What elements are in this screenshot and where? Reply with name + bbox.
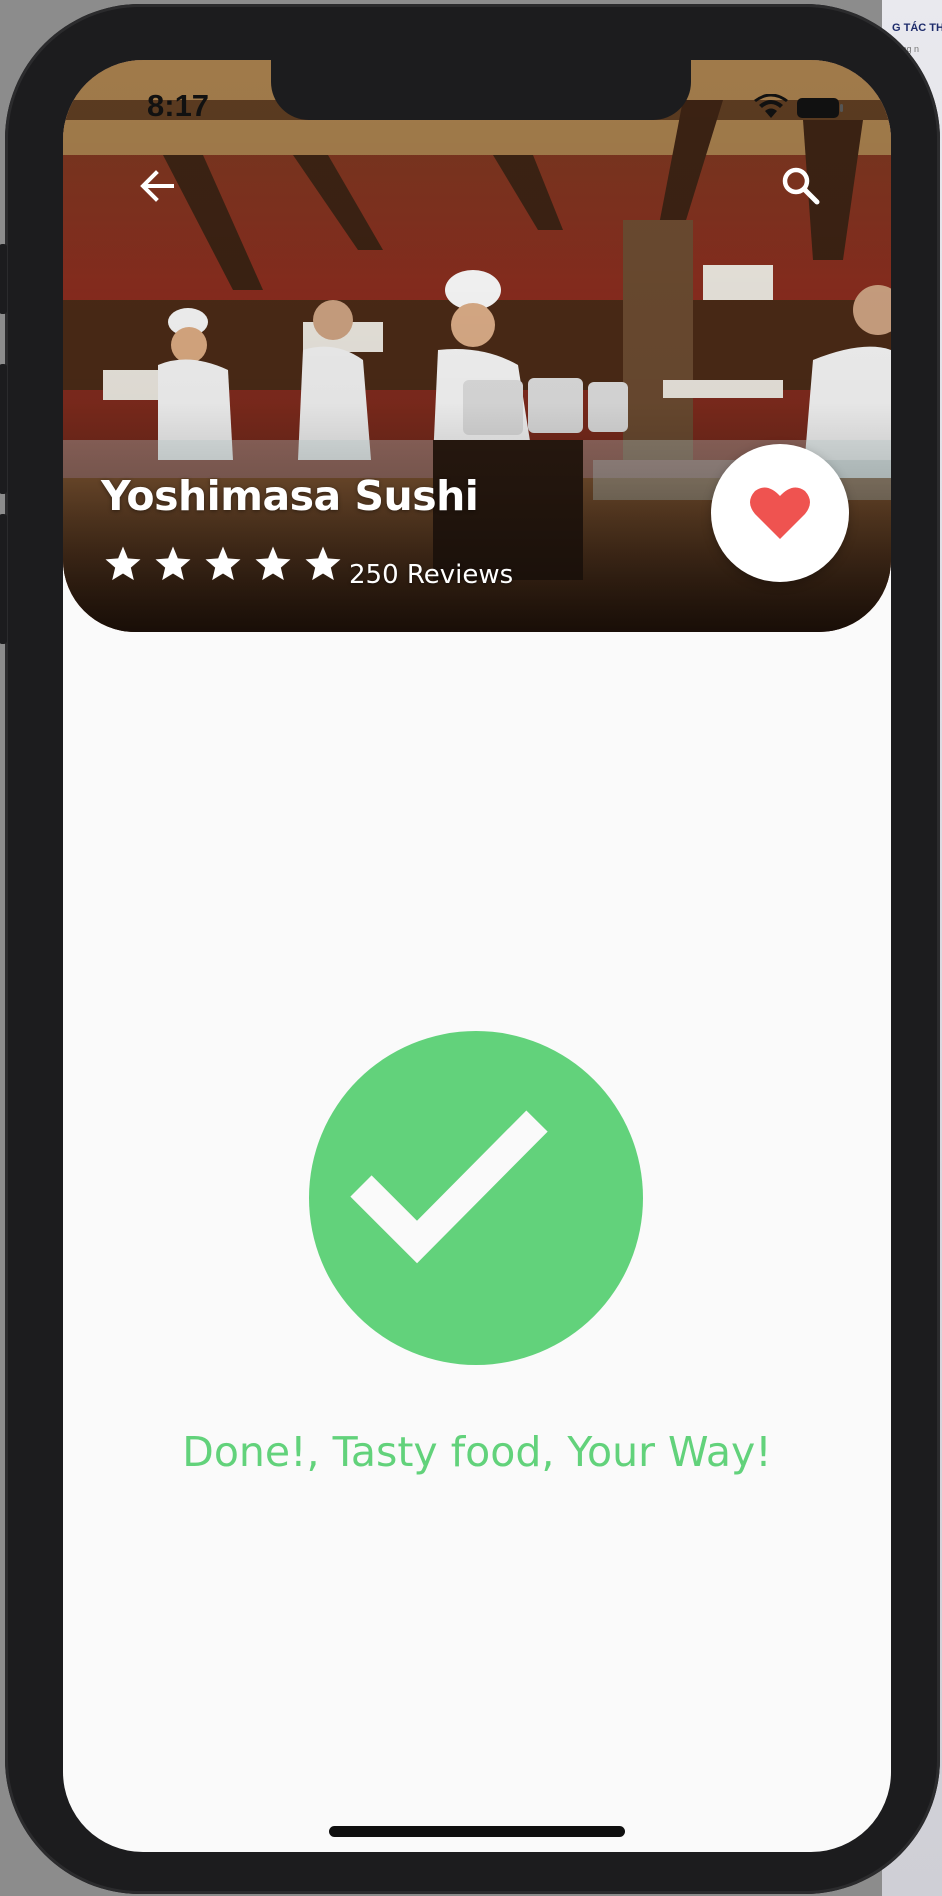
home-indicator[interactable] xyxy=(329,1826,625,1837)
arrow-left-icon xyxy=(140,170,174,202)
mute-switch xyxy=(0,244,7,314)
star-icon xyxy=(155,546,191,581)
check-circle-icon xyxy=(309,1031,643,1365)
battery-icon xyxy=(797,98,843,118)
search-icon xyxy=(782,167,820,205)
star-icon xyxy=(255,546,291,581)
wifi-icon xyxy=(754,94,788,118)
status-time: 8:17 xyxy=(147,88,210,123)
heart-icon xyxy=(750,487,810,539)
star-rating xyxy=(103,544,343,584)
favorite-button[interactable] xyxy=(711,444,849,582)
restaurant-name: Yoshimasa Sushi xyxy=(101,472,479,520)
search-button[interactable] xyxy=(771,156,831,216)
iphone-frame: 8:17 Yoshimasa Sushi 250 Reviews Done!, … xyxy=(0,4,940,1894)
star-icon xyxy=(305,546,341,581)
app-screen: 8:17 Yoshimasa Sushi 250 Reviews Done!, … xyxy=(63,60,891,1852)
confirmation-message: Done!, Tasty food, Your Way! xyxy=(182,1428,772,1476)
star-icon xyxy=(205,546,241,581)
star-icon xyxy=(105,546,141,581)
volume-down-button xyxy=(0,514,7,644)
reviews-count: 250 Reviews xyxy=(349,560,514,590)
back-button[interactable] xyxy=(127,156,187,216)
device-notch xyxy=(271,60,691,120)
volume-up-button xyxy=(0,364,7,494)
